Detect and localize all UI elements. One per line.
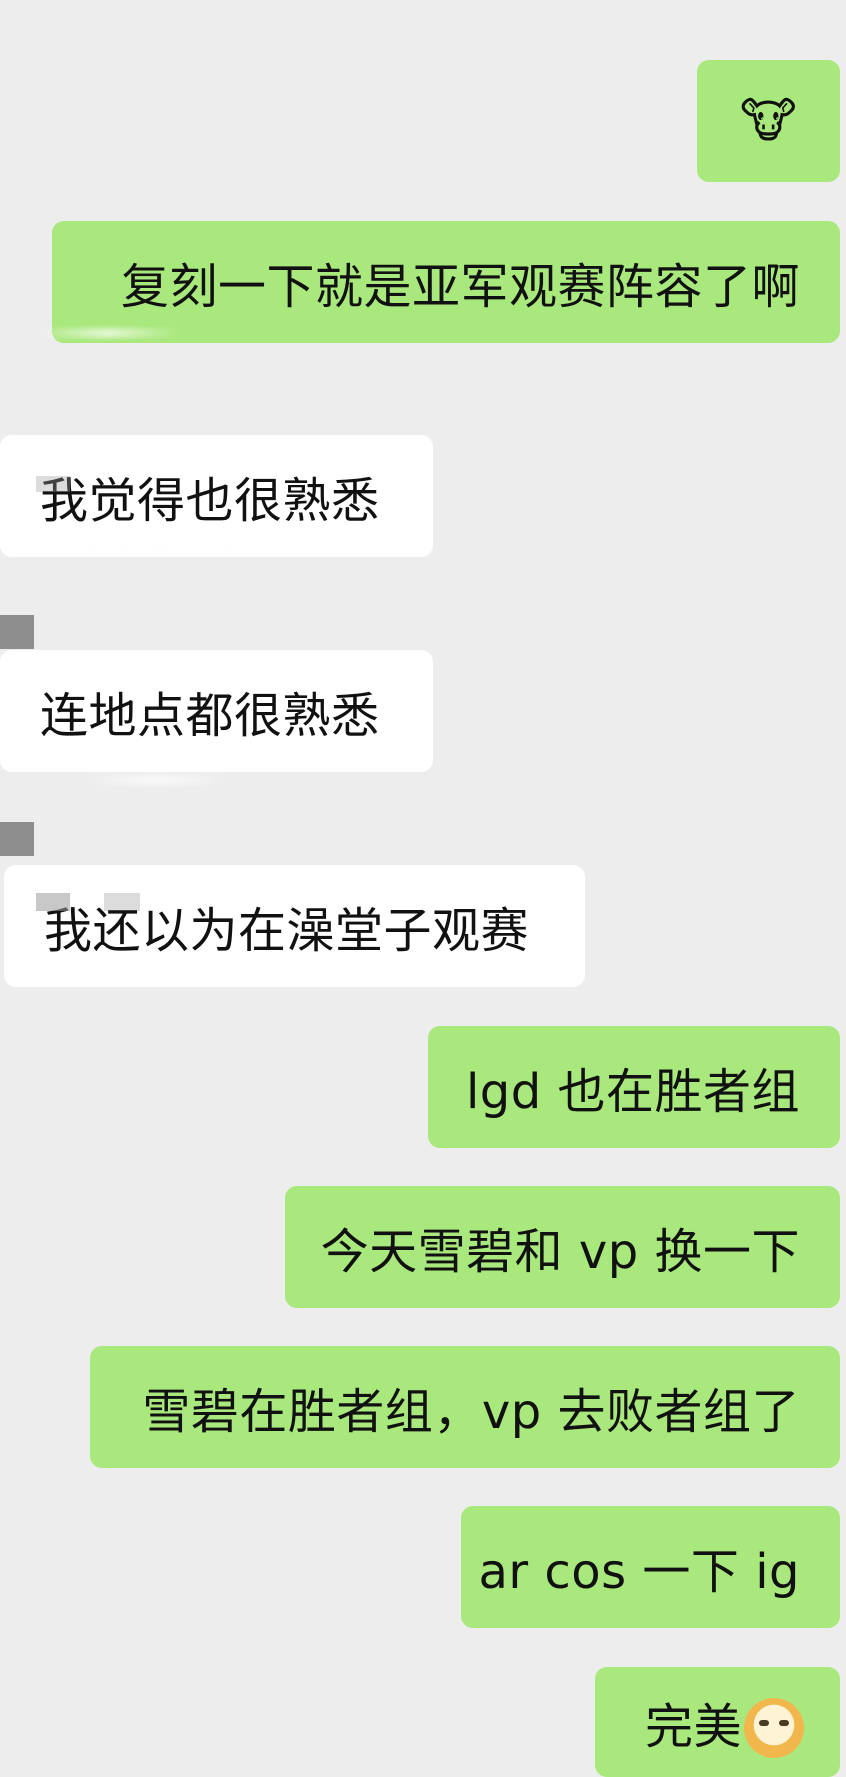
message-text: 雪碧在胜者组，vp 去败者组了: [142, 1384, 800, 1440]
redaction-smudge: [80, 775, 230, 785]
redaction-blur: [36, 893, 70, 911]
message-bubble[interactable]: 我觉得也很熟悉: [0, 435, 433, 557]
message-bubble[interactable]: 今天雪碧和 vp 换一下: [285, 1186, 840, 1308]
message-text: 完美: [644, 1699, 742, 1755]
message-bubble[interactable]: 连地点都很熟悉: [0, 650, 433, 772]
message-bubble[interactable]: lgd 也在胜者组: [428, 1026, 840, 1148]
cow-emoji-icon: 🐮: [739, 93, 798, 149]
message-text: 今天雪碧和 vp 换一下: [320, 1224, 800, 1280]
message-bubble[interactable]: 雪碧在胜者组，vp 去败者组了: [90, 1346, 840, 1468]
redaction-smudge: [70, 540, 250, 552]
message-bubble[interactable]: ar cos 一下 ig: [461, 1506, 840, 1628]
message-text: 复刻一下就是亚军观赛阵容了啊: [120, 259, 800, 315]
dog-face-emoji-icon: [744, 1698, 804, 1758]
redaction-blur: [104, 893, 140, 911]
message-bubble-cow[interactable]: 🐮: [697, 60, 840, 182]
message-text: 连地点都很熟悉: [40, 688, 380, 744]
message-text: 我觉得也很熟悉: [40, 473, 380, 529]
message-text: ar cos 一下 ig: [478, 1544, 800, 1600]
message-bubble[interactable]: 复刻一下就是亚军观赛阵容了啊: [52, 221, 840, 343]
avatar[interactable]: [0, 822, 34, 856]
message-text: lgd 也在胜者组: [465, 1064, 800, 1120]
avatar[interactable]: [0, 615, 34, 649]
redaction-blur: [36, 476, 70, 492]
message-bubble[interactable]: 我还以为在澡堂子观赛: [4, 865, 585, 987]
redaction-smudge: [32, 328, 182, 338]
chat-view: 🐮 复刻一下就是亚军观赛阵容了啊 我觉得也很熟悉 连地点都很熟悉 我还以为在澡堂…: [0, 0, 846, 1777]
